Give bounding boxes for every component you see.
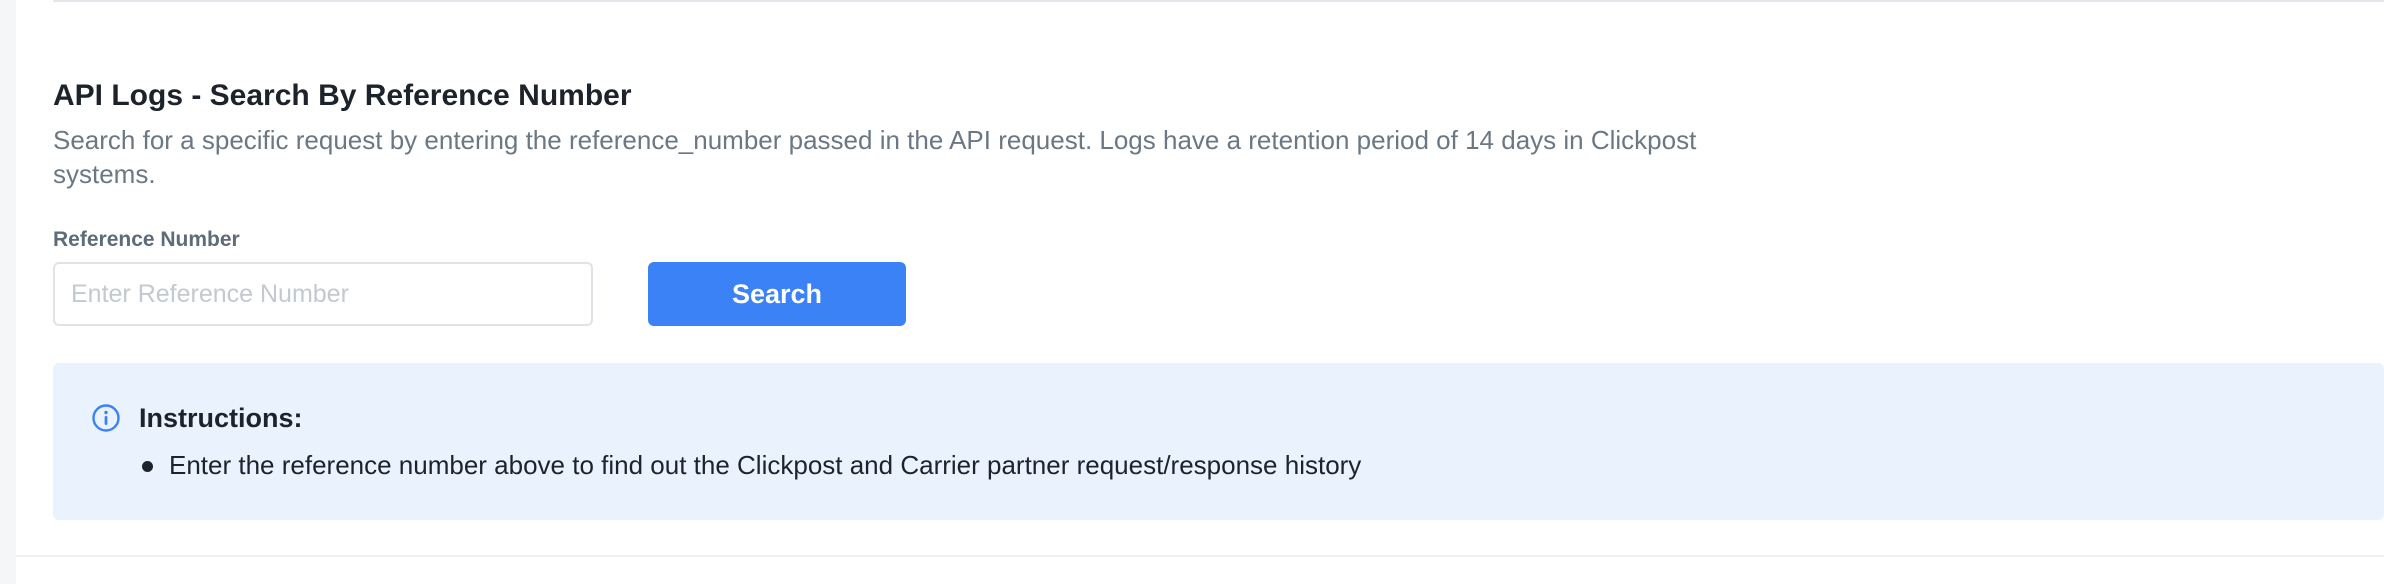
- page-title: API Logs - Search By Reference Number: [53, 79, 632, 112]
- bullet-icon: [142, 461, 153, 472]
- search-button[interactable]: Search: [648, 262, 906, 326]
- instructions-heading: Instructions:: [139, 403, 303, 433]
- reference-number-input[interactable]: [53, 262, 593, 326]
- page-description: Search for a specific request by enterin…: [53, 125, 1697, 189]
- instructions-panel: Instructions: Enter the reference number…: [53, 363, 2384, 520]
- instruction-item: Enter the reference number above to find…: [139, 448, 1361, 482]
- reference-number-label: Reference Number: [53, 228, 240, 251]
- instructions-list: Enter the reference number above to find…: [139, 448, 1361, 482]
- next-section: [16, 557, 2384, 584]
- instruction-text: Enter the reference number above to find…: [169, 450, 1362, 480]
- info-circle-icon: [92, 404, 120, 432]
- section-divider-top: [53, 0, 2384, 2]
